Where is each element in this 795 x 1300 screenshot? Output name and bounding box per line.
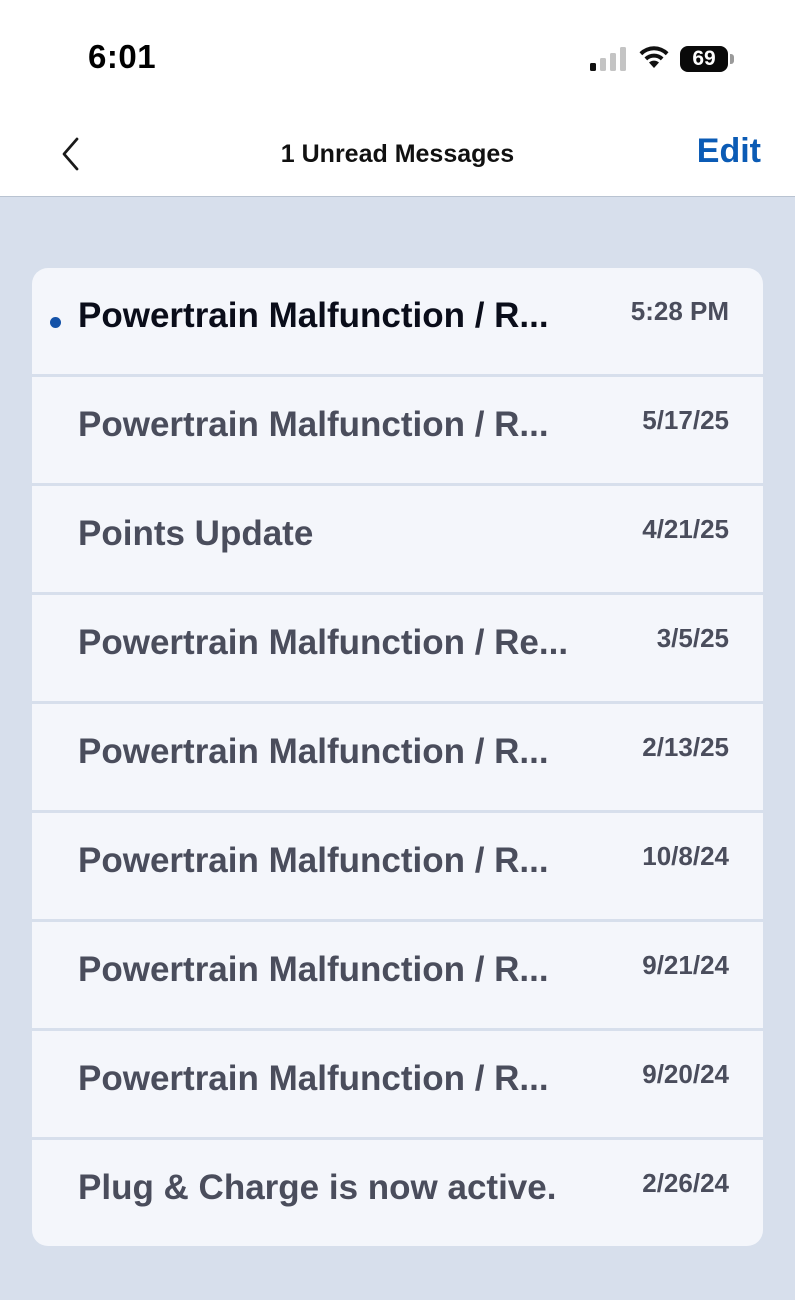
message-subject: Powertrain Malfunction / R... [78,296,549,335]
message-list: Powertrain Malfunction / R... 5:28 PM Po… [32,268,763,1246]
message-row[interactable]: Powertrain Malfunction / R... 10/8/24 [32,813,763,922]
message-date: 5:28 PM [630,296,729,326]
cellular-signal-icon [590,47,626,71]
message-subject: Powertrain Malfunction / R... [78,841,549,880]
message-subject: Powertrain Malfunction / R... [78,950,549,989]
status-time: 6:01 [88,38,157,75]
message-subject: Points Update [78,514,314,553]
unread-dot-icon [50,317,61,328]
message-row[interactable]: Powertrain Malfunction / R... 9/20/24 [32,1031,763,1140]
message-date: 10/8/24 [642,841,729,871]
page-title: 1 Unread Messages [280,140,515,168]
message-subject: Powertrain Malfunction / R... [78,405,549,444]
message-date: 9/20/24 [642,1059,729,1089]
message-subject: Powertrain Malfunction / Re... [78,623,569,662]
battery-level: 69 [680,46,728,72]
message-row[interactable]: Powertrain Malfunction / R... 2/13/25 [32,704,763,813]
message-date: 5/17/25 [642,405,729,435]
message-subject: Powertrain Malfunction / R... [78,732,549,771]
message-date: 3/5/25 [656,623,729,653]
message-row[interactable]: Points Update 4/21/25 [32,486,763,595]
message-row[interactable]: Powertrain Malfunction / R... 5:28 PM [32,268,763,377]
message-date: 2/13/25 [642,732,729,762]
message-date: 4/21/25 [642,514,729,544]
message-row[interactable]: Powertrain Malfunction / Re... 3/5/25 [32,595,763,704]
header: 6:01 69 1 Unread Messages Edit [0,0,795,197]
wifi-icon [639,46,669,68]
message-row[interactable]: Powertrain Malfunction / R... 5/17/25 [32,377,763,486]
message-date: 2/26/24 [642,1168,729,1198]
message-subject: Plug & Charge is now active. [78,1168,557,1207]
message-row[interactable]: Powertrain Malfunction / R... 9/21/24 [32,922,763,1031]
message-subject: Powertrain Malfunction / R... [78,1059,549,1098]
message-row[interactable]: Plug & Charge is now active. 2/26/24 [32,1140,763,1246]
edit-button[interactable]: Edit [697,132,761,171]
battery-cap-icon [730,54,734,64]
message-date: 9/21/24 [642,950,729,980]
